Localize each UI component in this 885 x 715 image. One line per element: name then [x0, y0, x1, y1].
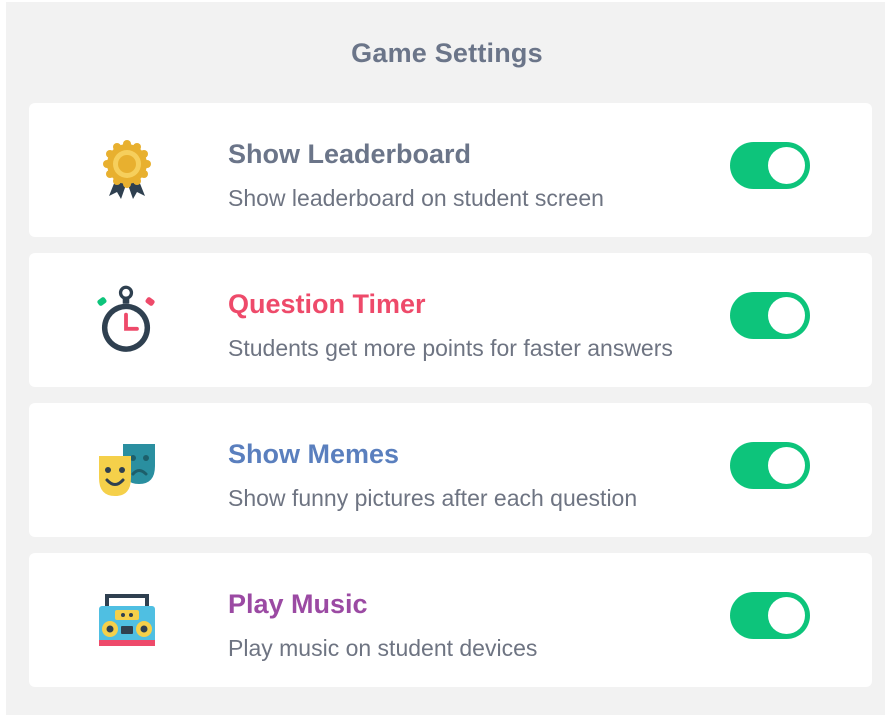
question-timer-toggle[interactable]	[730, 292, 810, 339]
setting-description: Show funny pictures after each question	[228, 485, 638, 511]
setting-description: Show leaderboard on student screen	[228, 185, 604, 211]
setting-title: Play Music	[228, 589, 368, 619]
panel-title: Game Settings	[351, 38, 543, 68]
setting-card-question-timer: Question Timer Students get more points …	[29, 253, 872, 387]
leaderboard-toggle[interactable]	[730, 142, 810, 189]
setting-card-music: Play Music Play music on student devices	[29, 553, 872, 687]
stopwatch-icon	[97, 285, 155, 352]
music-toggle[interactable]	[730, 592, 810, 639]
setting-title: Show Leaderboard	[228, 139, 472, 169]
setting-card-leaderboard: Show Leaderboard Show leaderboard on stu…	[29, 103, 872, 237]
setting-title: Show Memes	[228, 439, 400, 469]
setting-description: Play music on student devices	[228, 635, 538, 661]
toggle-knob	[768, 297, 805, 334]
toggle-knob	[768, 447, 805, 484]
boombox-icon	[99, 594, 155, 646]
memes-toggle[interactable]	[730, 442, 810, 489]
toggle-knob	[768, 147, 805, 184]
setting-title: Question Timer	[228, 289, 426, 319]
award-medal-icon	[103, 140, 151, 199]
game-settings-panel: Game Settings Show Leaderboard Show lead…	[6, 2, 885, 715]
setting-card-memes: Show Memes Show funny pictures after eac…	[29, 403, 872, 537]
toggle-knob	[768, 597, 805, 634]
setting-description: Students get more points for faster answ…	[228, 335, 673, 361]
theater-masks-icon	[99, 444, 155, 496]
